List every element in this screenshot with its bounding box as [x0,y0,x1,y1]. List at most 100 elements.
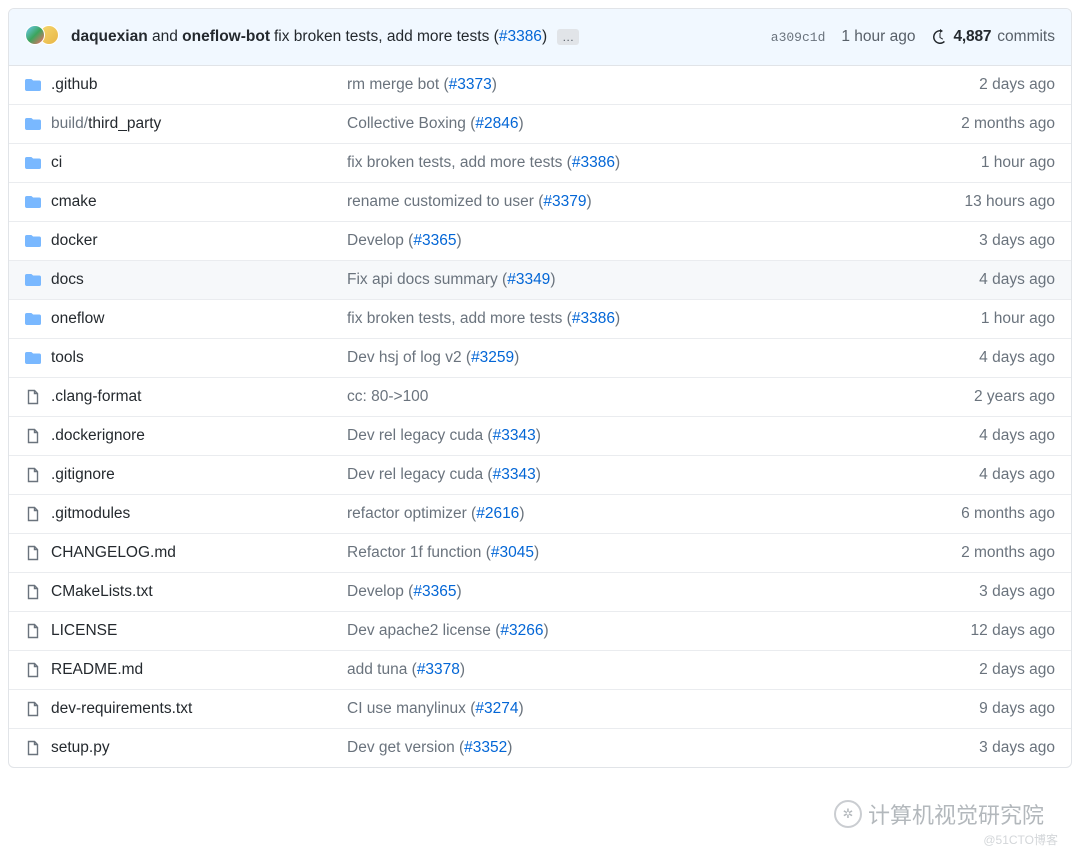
commit-time-cell[interactable]: 2 days ago [905,661,1055,679]
file-name-link[interactable]: .dockerignore [51,427,145,444]
commit-message-link[interactable]: rename customized to user (#3379) [347,193,592,210]
commit-message-link[interactable]: fix broken tests, add more tests (#3386) [347,154,620,171]
file-name-link[interactable]: third_party [88,115,161,132]
pr-link[interactable]: #3386 [572,310,615,327]
commit-time-cell[interactable]: 4 days ago [905,427,1055,445]
pr-link[interactable]: #3373 [449,76,492,93]
pr-link[interactable]: #3259 [471,349,514,366]
pr-link[interactable]: #3386 [499,28,542,45]
pr-link[interactable]: #3352 [464,739,507,756]
commit-message-link[interactable]: add tuna (#3378) [347,661,465,678]
file-name-cell: README.md [51,661,347,679]
commit-message-link[interactable]: Develop (#3365) [347,232,462,249]
pr-link[interactable]: #2616 [476,505,519,522]
file-name-link[interactable]: cmake [51,193,97,210]
file-name-link[interactable]: .gitignore [51,466,115,483]
commit-message-link[interactable]: Dev apache2 license (#3266) [347,622,549,639]
file-name-link[interactable]: README.md [51,661,143,678]
commit-message-link[interactable]: Dev rel legacy cuda (#3343) [347,427,541,444]
file-name-link[interactable]: .clang-format [51,388,141,405]
pr-link[interactable]: #3386 [572,154,615,171]
commit-message-text: Collective Boxing ( [347,115,475,132]
pr-link[interactable]: #3365 [413,583,456,600]
file-name-link[interactable]: tools [51,349,84,366]
commit-message-link[interactable]: refactor optimizer (#2616) [347,505,524,522]
commit-message-close: ) [507,739,512,756]
commit-time-cell[interactable]: 13 hours ago [905,193,1055,211]
commit-message-link[interactable]: cc: 80->100 [347,388,428,405]
pr-link[interactable]: #2846 [475,115,518,132]
file-name-link[interactable]: dev-requirements.txt [51,700,192,717]
commit-time-cell[interactable]: 3 days ago [905,232,1055,250]
commit-time-cell[interactable]: 6 months ago [905,505,1055,523]
file-name-link[interactable]: CHANGELOG.md [51,544,176,561]
file-name-link[interactable]: CMakeLists.txt [51,583,153,600]
expand-commit-button[interactable]: … [557,29,579,45]
file-name-link[interactable]: .gitmodules [51,505,130,522]
pr-link[interactable]: #3379 [543,193,586,210]
commit-message-close: ) [460,661,465,678]
commit-time-cell[interactable]: 2 months ago [905,544,1055,562]
pr-link[interactable]: #3266 [500,622,543,639]
commit-message-close: ) [518,700,523,717]
commit-message-cell: Dev hsj of log v2 (#3259) [347,349,905,367]
commit-time-cell[interactable]: 4 days ago [905,466,1055,484]
commit-message-link[interactable]: Refactor 1f function (#3045) [347,544,539,561]
commit-time-cell[interactable]: 1 hour ago [905,154,1055,172]
file-name-link[interactable]: ci [51,154,62,171]
commit-message-link[interactable]: Dev rel legacy cuda (#3343) [347,466,541,483]
commits-label: commits [997,28,1055,46]
commit-message-cell: CI use manylinux (#3274) [347,700,905,718]
file-name-link[interactable]: setup.py [51,739,110,756]
commit-message-close: ) [492,76,497,93]
pr-link[interactable]: #3045 [491,544,534,561]
commit-author-link[interactable]: oneflow-bot [182,28,270,46]
pr-link[interactable]: #3378 [417,661,460,678]
commit-author-link[interactable]: daquexian [71,28,148,46]
file-icon [25,623,51,639]
history-icon [932,29,948,45]
commit-time-cell[interactable]: 2 years ago [905,388,1055,406]
commit-time-cell[interactable]: 2 days ago [905,76,1055,94]
pr-link[interactable]: #3343 [493,466,536,483]
commit-message-close: ) [587,193,592,210]
pr-link[interactable]: #3349 [507,271,550,288]
commit-message-link[interactable]: Fix api docs summary (#3349) [347,271,555,288]
commit-time-cell[interactable]: 3 days ago [905,739,1055,757]
avatar-stack[interactable] [25,25,63,49]
file-name-link[interactable]: .github [51,76,98,93]
commit-message-text: fix broken tests, add more tests ( [347,154,572,171]
pr-link[interactable]: #3365 [413,232,456,249]
file-row: tools Dev hsj of log v2 (#3259) 4 days ago [9,339,1071,378]
commit-sha-link[interactable]: a309c1d [771,30,826,45]
commit-time-cell[interactable]: 4 days ago [905,271,1055,289]
commit-message-link[interactable]: fix broken tests, add more tests (#3386) [347,310,620,327]
file-name-link[interactable]: docs [51,271,84,288]
pr-link[interactable]: #3343 [493,427,536,444]
commit-time-cell[interactable]: 1 hour ago [905,310,1055,328]
commit-message-link[interactable]: Dev get version (#3352) [347,739,512,756]
file-row: ci fix broken tests, add more tests (#338… [9,144,1071,183]
commit-time-cell[interactable]: 4 days ago [905,349,1055,367]
commit-message-link[interactable]: CI use manylinux (#3274) [347,700,524,717]
commit-message-link[interactable]: rm merge bot (#3373) [347,76,497,93]
file-name-link[interactable]: oneflow [51,310,104,327]
file-row: .github rm merge bot (#3373) 2 days ago [9,66,1071,105]
commit-message-link[interactable]: Develop (#3365) [347,583,462,600]
commit-time-cell[interactable]: 3 days ago [905,583,1055,601]
commits-link[interactable]: 4,887 commits [932,28,1056,46]
commit-message[interactable]: fix broken tests, add more tests (#3386) [274,28,547,46]
commit-message-link[interactable]: Dev hsj of log v2 (#3259) [347,349,519,366]
commit-time-cell[interactable]: 12 days ago [905,622,1055,640]
commit-time[interactable]: 1 hour ago [841,28,915,46]
commit-message-text: Refactor 1f function ( [347,544,491,561]
pr-link[interactable]: #3274 [475,700,518,717]
commit-message-close: ) [514,349,519,366]
commit-time-cell[interactable]: 2 months ago [905,115,1055,133]
commit-time-cell[interactable]: 9 days ago [905,700,1055,718]
commit-message-link[interactable]: Collective Boxing (#2846) [347,115,524,132]
file-name-link[interactable]: docker [51,232,98,249]
file-name-link[interactable]: LICENSE [51,622,117,639]
commit-message-text: cc: 80->100 [347,388,428,405]
commit-message-text: fix broken tests, add more tests ( [274,28,499,45]
